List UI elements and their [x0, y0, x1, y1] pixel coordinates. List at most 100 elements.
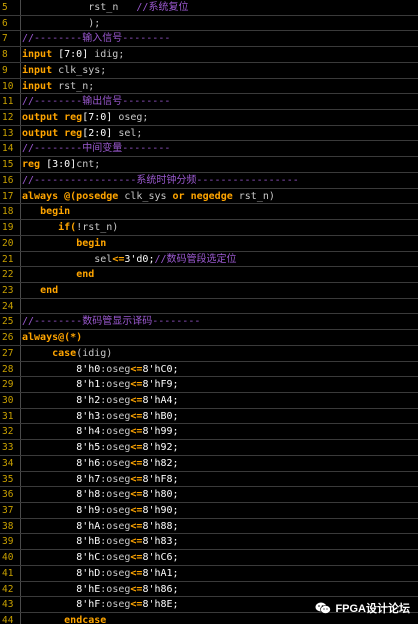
- code-text: );: [22, 16, 418, 31]
- code-line[interactable]: 37 8'h9:oseg<=8'h90;: [0, 503, 418, 519]
- line-number: 13: [0, 125, 21, 141]
- code-token: 3'd0;: [124, 253, 155, 265]
- line-number: 7: [0, 31, 21, 47]
- code-line[interactable]: 20 begin: [0, 235, 418, 252]
- code-line[interactable]: 36 8'h8:oseg<=8'h80;: [0, 487, 418, 503]
- line-number: 27: [0, 345, 21, 361]
- code-token: <=: [130, 520, 143, 532]
- watermark-text: FPGA设计论坛: [335, 603, 410, 615]
- code-token: 8'hC6;: [142, 552, 179, 564]
- code-token: //--------数码管显示译码--------: [22, 316, 201, 328]
- code-line[interactable]: 27 case(idig): [0, 345, 418, 362]
- code-line[interactable]: 29 8'h1:oseg<=8'hF9;: [0, 377, 418, 393]
- code-token: //系统复位: [136, 2, 189, 13]
- code-line[interactable]: 22 end: [0, 267, 418, 283]
- line-number: 17: [0, 188, 21, 204]
- code-line[interactable]: 41 8'hD:oseg<=8'hA1;: [0, 565, 418, 582]
- code-line[interactable]: 32 8'h4:oseg<=8'h99;: [0, 424, 418, 441]
- code-token: rst_n): [238, 190, 275, 202]
- code-editor[interactable]: 5 rst_n //系统复位 6 ); 7//--------输入信号-------…: [0, 0, 418, 624]
- code-text: input [7:0] idig;: [22, 47, 418, 62]
- code-token: //--------中间变量--------: [22, 143, 171, 155]
- code-token: <=: [112, 253, 125, 265]
- code-line[interactable]: 28 8'h0:oseg<=8'hC0;: [0, 361, 418, 378]
- code-line[interactable]: 15 reg [3:0]cnt;: [0, 157, 418, 173]
- code-token: 8'hC0;: [142, 363, 179, 375]
- code-line[interactable]: 39 8'hB:oseg<=8'h83;: [0, 534, 418, 551]
- code-token: input: [22, 80, 59, 92]
- code-token: 8'hA: [76, 520, 101, 532]
- code-text: //--------输入信号--------: [22, 31, 418, 46]
- code-token: :oseg: [100, 489, 131, 501]
- code-token: rst_n: [88, 2, 137, 13]
- code-line[interactable]: 34 8'h6:oseg<=8'h82;: [0, 455, 418, 472]
- code-text: 8'h6:oseg<=8'h82;: [22, 456, 418, 471]
- code-token: <=: [130, 583, 143, 595]
- code-token: 8'h0: [76, 363, 101, 375]
- code-token: end: [40, 284, 59, 296]
- code-line[interactable]: 8 input [7:0] idig;: [0, 47, 418, 63]
- code-line[interactable]: 26 always@(*): [0, 330, 418, 346]
- code-text: always @(posedge clk_sys or negedge rst_…: [22, 189, 418, 204]
- code-token: <=: [130, 567, 143, 579]
- code-token: sel: [94, 253, 113, 265]
- code-line[interactable]: 40 8'hC:oseg<=8'hC6;: [0, 550, 418, 566]
- code-token: <=: [130, 379, 143, 391]
- code-token: 8'h80;: [142, 489, 179, 501]
- code-line[interactable]: 12 output reg[7:0] oseg;: [0, 110, 418, 126]
- watermark: FPGA设计论坛: [315, 600, 410, 616]
- code-line[interactable]: 24: [0, 298, 418, 315]
- code-line[interactable]: 30 8'h2:oseg<=8'hA4;: [0, 392, 418, 409]
- line-number: 43: [0, 597, 21, 613]
- code-token: 8'h86;: [142, 583, 179, 595]
- line-number: 41: [0, 565, 21, 581]
- code-line[interactable]: 33 8'h5:oseg<=8'h92;: [0, 440, 418, 456]
- code-token: <=: [130, 457, 143, 469]
- code-line[interactable]: 5 rst_n //系统复位: [0, 0, 418, 16]
- code-text: 8'hC:oseg<=8'hC6;: [22, 550, 418, 565]
- code-line[interactable]: 9 input clk_sys;: [0, 62, 418, 79]
- code-line[interactable]: 42 8'hE:oseg<=8'h86;: [0, 581, 418, 598]
- code-token: reg: [22, 159, 47, 171]
- code-line[interactable]: 6 );: [0, 15, 418, 32]
- code-token: 8'hA1;: [142, 567, 179, 579]
- code-text: input clk_sys;: [22, 63, 418, 78]
- code-line[interactable]: 11//--------输出信号--------: [0, 94, 418, 111]
- code-token: endcase: [64, 615, 107, 624]
- code-line[interactable]: 25//--------数码管显示译码--------: [0, 314, 418, 331]
- code-line[interactable]: 7//--------输入信号--------: [0, 31, 418, 48]
- code-line[interactable]: 17 always @(posedge clk_sys or negedge rs…: [0, 188, 418, 205]
- code-token: output reg: [22, 112, 83, 124]
- code-line[interactable]: 23 end: [0, 282, 418, 299]
- code-line[interactable]: 10 input rst_n;: [0, 78, 418, 95]
- code-token: input: [22, 64, 59, 76]
- code-line[interactable]: 18 begin: [0, 204, 418, 221]
- code-line[interactable]: 16//-----------------系统时钟分频-------------…: [0, 172, 418, 189]
- code-token: <=: [130, 426, 143, 438]
- code-line[interactable]: 21 sel<=3'd0;//数码管段选定位: [0, 251, 418, 268]
- code-token: :oseg: [100, 505, 131, 516]
- code-token: <=: [130, 442, 143, 454]
- code-token: 8'h90;: [142, 505, 179, 516]
- code-line[interactable]: 19 if(!rst_n): [0, 220, 418, 236]
- code-line[interactable]: 35 8'h7:oseg<=8'hF8;: [0, 471, 418, 488]
- code-token: 8'hF: [76, 599, 101, 611]
- line-number: 23: [0, 282, 21, 298]
- code-token: 8'h7: [76, 473, 101, 485]
- line-number: 24: [0, 298, 21, 314]
- code-line[interactable]: 31 8'h3:oseg<=8'hB0;: [0, 408, 418, 425]
- code-line[interactable]: 38 8'hA:oseg<=8'h88;: [0, 518, 418, 535]
- code-token: :oseg: [100, 410, 131, 422]
- code-line[interactable]: 13 output reg[2:0] sel;: [0, 125, 418, 142]
- code-line[interactable]: 14//--------中间变量--------: [0, 141, 418, 158]
- code-text: //--------中间变量--------: [22, 141, 418, 156]
- code-token: begin: [40, 206, 71, 218]
- line-number: 8: [0, 47, 21, 62]
